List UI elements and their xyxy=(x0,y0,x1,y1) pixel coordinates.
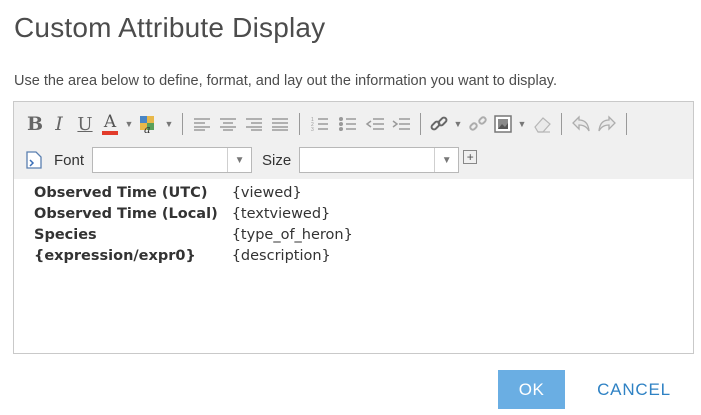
editor-toolbar: B I U A ▼ a ▼ 1 2 3 ▼ ▼ Font ▼ Size ▼ + xyxy=(14,102,693,179)
font-input[interactable] xyxy=(93,148,228,172)
bullet-list-button[interactable] xyxy=(334,111,362,137)
link-icon xyxy=(430,116,448,131)
indent-icon xyxy=(392,118,410,130)
align-right-button[interactable] xyxy=(241,111,267,137)
chevron-down-icon[interactable]: ▼ xyxy=(434,148,458,172)
toolbar-divider xyxy=(182,113,183,135)
outdent-button[interactable] xyxy=(362,111,388,137)
toolbar-divider xyxy=(299,113,300,135)
chevron-down-icon[interactable]: ▼ xyxy=(227,148,251,172)
svg-text:3: 3 xyxy=(311,127,314,132)
cancel-button[interactable]: CANCEL xyxy=(584,370,684,409)
undo-icon xyxy=(572,115,590,132)
font-color-button[interactable]: A xyxy=(98,111,122,137)
bullet-list-icon xyxy=(339,116,356,132)
font-color-icon: A xyxy=(103,111,117,132)
link-dropdown[interactable]: ▼ xyxy=(451,111,465,137)
align-center-button[interactable] xyxy=(215,111,241,137)
size-input[interactable] xyxy=(300,148,435,172)
align-justify-icon xyxy=(272,118,288,131)
numbered-list-icon: 123 xyxy=(311,117,328,132)
table-row: Observed Time (Local) {textviewed} xyxy=(34,203,353,224)
bold-button[interactable]: B xyxy=(24,111,46,137)
insert-image-dropdown[interactable]: ▼ xyxy=(515,111,529,137)
remove-format-icon xyxy=(534,117,551,133)
font-color-dropdown[interactable]: ▼ xyxy=(122,111,136,137)
highlight-color-dropdown[interactable]: ▼ xyxy=(162,111,176,137)
size-select[interactable]: ▼ xyxy=(299,147,460,173)
dialog-title: Custom Attribute Display xyxy=(14,12,326,43)
font-label: Font xyxy=(54,151,85,169)
indent-button[interactable] xyxy=(388,111,414,137)
font-color-swatch xyxy=(102,130,118,135)
table-row: {expression/expr0} {description} xyxy=(34,245,353,266)
align-left-icon xyxy=(194,118,210,131)
underline-button[interactable]: U xyxy=(72,111,98,137)
toolbar-divider xyxy=(626,113,627,135)
table-row: Observed Time (UTC) {viewed} xyxy=(34,182,353,203)
expand-toolbar-button[interactable]: + xyxy=(463,150,478,164)
font-select[interactable]: ▼ xyxy=(92,147,253,173)
insert-field-button[interactable] xyxy=(24,147,44,173)
attribute-label: Observed Time (UTC) xyxy=(34,184,208,201)
insert-field-icon xyxy=(26,151,42,169)
toolbar-divider xyxy=(420,113,421,135)
toolbar-divider xyxy=(561,113,562,135)
align-center-icon xyxy=(220,118,236,131)
link-button[interactable] xyxy=(427,111,451,137)
attribute-label: Species xyxy=(34,226,97,243)
insert-image-icon xyxy=(494,115,512,133)
unlink-icon xyxy=(469,116,487,131)
rich-text-editor[interactable]: B I U A ▼ a ▼ 1 2 3 ▼ ▼ Font ▼ Size ▼ + … xyxy=(13,101,694,354)
redo-button[interactable] xyxy=(594,111,620,137)
svg-text:a: a xyxy=(144,123,151,134)
attribute-label: {expression/expr0} xyxy=(34,247,196,264)
attribute-table: Observed Time (UTC) {viewed} Observed Ti… xyxy=(34,182,353,266)
italic-button[interactable]: I xyxy=(46,111,72,137)
editor-content[interactable]: Observed Time (UTC) {viewed} Observed Ti… xyxy=(34,182,353,266)
remove-format-button[interactable] xyxy=(529,111,555,137)
numbered-list-button[interactable]: 123 xyxy=(306,111,334,137)
undo-button[interactable] xyxy=(568,111,594,137)
attribute-value: {viewed} xyxy=(231,184,302,201)
attribute-value: {description} xyxy=(231,247,331,264)
align-justify-button[interactable] xyxy=(267,111,293,137)
attribute-label: Observed Time (Local) xyxy=(34,205,218,222)
insert-image-button[interactable] xyxy=(491,111,515,137)
size-label: Size xyxy=(262,151,292,169)
outdent-icon xyxy=(365,118,384,130)
unlink-button[interactable] xyxy=(465,111,491,137)
attribute-value: {textviewed} xyxy=(231,205,331,222)
align-left-button[interactable] xyxy=(189,111,215,137)
ok-button[interactable]: OK xyxy=(498,370,565,409)
table-row: Species {type_of_heron} xyxy=(34,224,353,245)
toolbar-row-font: Font ▼ Size ▼ + xyxy=(24,145,478,175)
redo-icon xyxy=(598,115,616,132)
highlight-color-icon: a xyxy=(140,116,154,134)
highlight-color-button[interactable]: a xyxy=(136,111,162,137)
dialog-instructions: Use the area below to define, format, an… xyxy=(14,73,557,89)
align-right-icon xyxy=(246,118,262,131)
toolbar-row-formatting: B I U A ▼ a ▼ 1 2 3 ▼ ▼ xyxy=(24,110,633,138)
attribute-value: {type_of_heron} xyxy=(231,226,353,243)
